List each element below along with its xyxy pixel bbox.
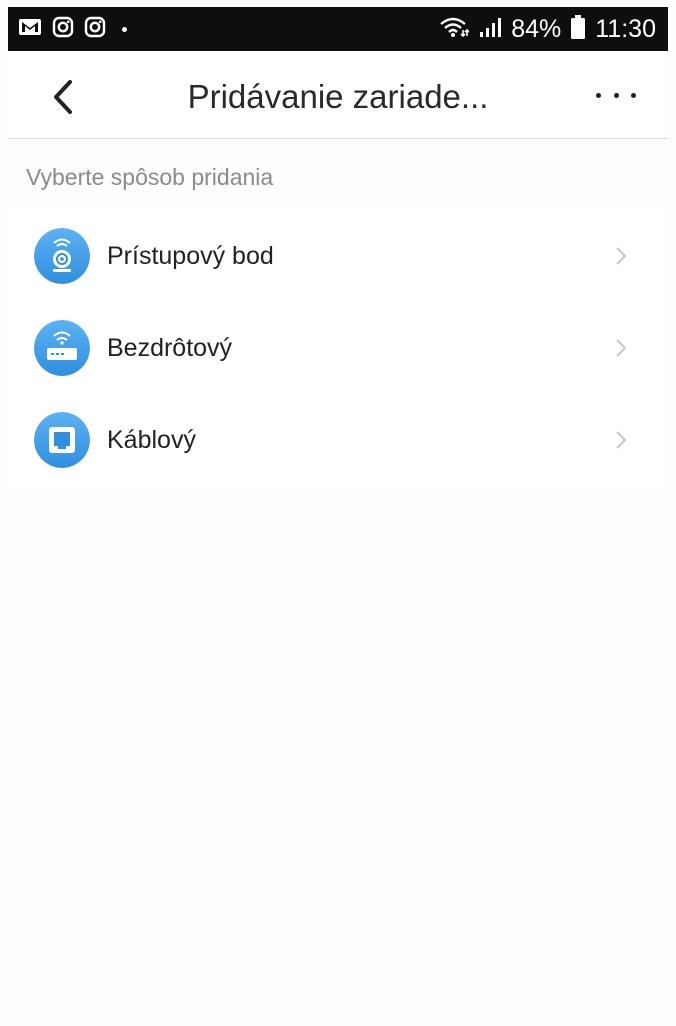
more-options-button[interactable] [596, 89, 636, 101]
signal-icon [479, 16, 502, 43]
camera-wifi-icon [34, 228, 90, 284]
ethernet-port-icon [34, 412, 90, 468]
list-item-wireless[interactable]: Bezdrôtový [8, 302, 668, 394]
more-dot [631, 92, 636, 98]
instagram-icon [52, 16, 74, 43]
gmail-icon [18, 17, 42, 42]
chevron-right-icon [616, 247, 627, 265]
more-horizontal-icon [596, 92, 601, 98]
chevron-right-icon [616, 431, 627, 449]
list-item-label: Bezdrôtový [107, 333, 233, 362]
battery-icon [571, 14, 586, 44]
instagram-icon [84, 16, 106, 43]
notification-icons [18, 16, 127, 43]
status-right: 84% 11:30 [439, 14, 656, 44]
chevron-right-icon [616, 339, 627, 357]
wifi-icon [439, 16, 470, 43]
clock: 11:30 [595, 14, 656, 43]
list-item-label: Prístupový bod [107, 241, 274, 270]
router-wifi-icon [34, 320, 90, 376]
list-item-access-point[interactable]: Prístupový bod [8, 210, 668, 302]
list-item-wired[interactable]: Káblový [8, 394, 668, 486]
more-dot [613, 92, 619, 98]
more-notifications-dot-icon [122, 26, 127, 32]
section-label: Vyberte spôsob pridania [26, 164, 274, 190]
battery-percent: 84% [511, 14, 562, 43]
add-method-list: Prístupový bod Bezdrôtový Káblový [8, 210, 668, 486]
page-title: Pridávanie zariade... [187, 78, 489, 115]
list-item-label: Káblový [107, 425, 196, 454]
status-bar: 84% 11:30 [8, 7, 668, 51]
app-header: Pridávanie zariade... [8, 51, 668, 139]
